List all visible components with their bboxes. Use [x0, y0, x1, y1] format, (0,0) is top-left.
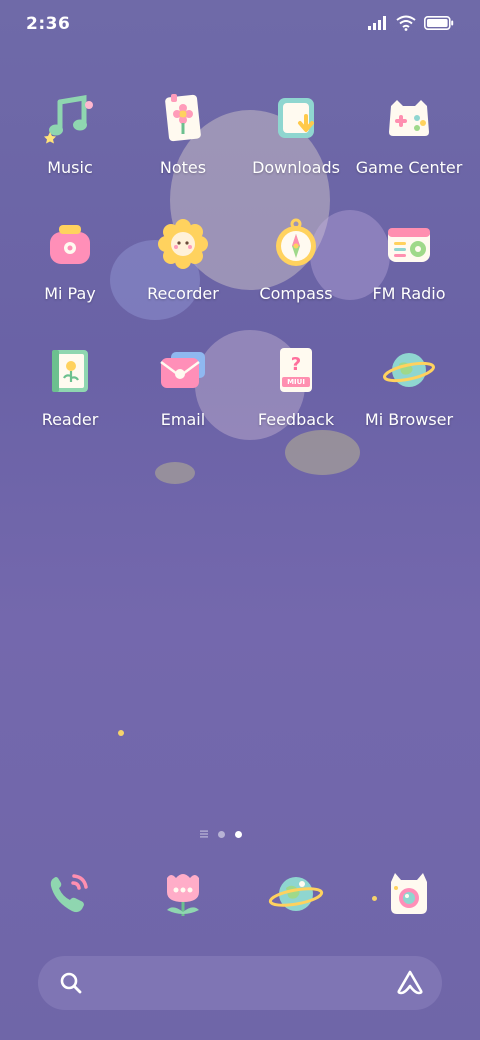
app-label: Compass [259, 284, 333, 303]
gamepad-icon [383, 92, 435, 144]
assistant-icon[interactable] [396, 969, 424, 995]
wallet-icon [44, 218, 96, 270]
book-icon [44, 344, 96, 396]
app-music[interactable]: Music [10, 92, 130, 202]
page-dot [218, 830, 225, 838]
app-label: Music [47, 158, 93, 177]
notes-icon [157, 92, 209, 144]
app-downloads[interactable]: Downloads [236, 92, 356, 202]
tulip-messages-icon [167, 874, 199, 916]
app-label: Downloads [252, 158, 340, 177]
search-icon[interactable] [60, 972, 82, 994]
planet-browser-icon [268, 877, 324, 911]
app-label: FM Radio [372, 284, 446, 303]
app-label: Notes [159, 158, 207, 177]
svg-text:?: ? [291, 354, 301, 375]
radio-icon [383, 218, 435, 270]
page-list-icon [200, 830, 208, 838]
app-fm-radio[interactable]: FM Radio [349, 218, 469, 328]
app-label: Mi Pay [44, 284, 96, 303]
flower-recorder-icon [157, 218, 209, 270]
dock-phone[interactable] [38, 864, 98, 924]
status-time: 2:36 [26, 14, 71, 34]
app-feedback[interactable]: ? MIUI Feedback [236, 344, 356, 454]
phone-icon [50, 874, 88, 913]
battery-icon [424, 16, 454, 30]
cat-camera-icon [391, 873, 427, 914]
feedback-badge: MIUI [287, 378, 305, 386]
feedback-icon: ? MIUI [270, 344, 322, 396]
app-label: Recorder [147, 284, 219, 303]
app-mi-browser[interactable]: Mi Browser [349, 344, 469, 454]
search-bar[interactable] [38, 956, 442, 1010]
email-icon [157, 344, 209, 396]
dock-messages[interactable] [153, 864, 213, 924]
compass-icon [270, 218, 322, 270]
music-note-icon [44, 92, 96, 144]
app-label: Mi Browser [364, 410, 454, 429]
app-recorder[interactable]: Recorder [123, 218, 243, 328]
app-mi-pay[interactable]: Mi Pay [10, 218, 130, 328]
downloads-icon [270, 92, 322, 144]
app-label: Reader [41, 410, 99, 429]
app-reader[interactable]: Reader [10, 344, 130, 454]
app-label: Email [160, 410, 206, 429]
page-indicator[interactable] [200, 830, 242, 838]
dock-camera[interactable] [379, 864, 439, 924]
status-bar: 2:36 [0, 0, 480, 50]
app-notes[interactable]: Notes [123, 92, 243, 202]
app-game-center[interactable]: Game Center [349, 92, 469, 202]
signal-icon [368, 16, 386, 30]
dock [0, 864, 480, 934]
planet-icon [383, 344, 435, 396]
app-email[interactable]: Email [123, 344, 243, 454]
page-dot-active [235, 830, 242, 838]
app-compass[interactable]: Compass [236, 218, 356, 328]
app-label: Feedback [257, 410, 335, 429]
app-label: Game Center [355, 158, 463, 177]
dock-browser[interactable] [266, 864, 326, 924]
wifi-icon [396, 15, 416, 31]
